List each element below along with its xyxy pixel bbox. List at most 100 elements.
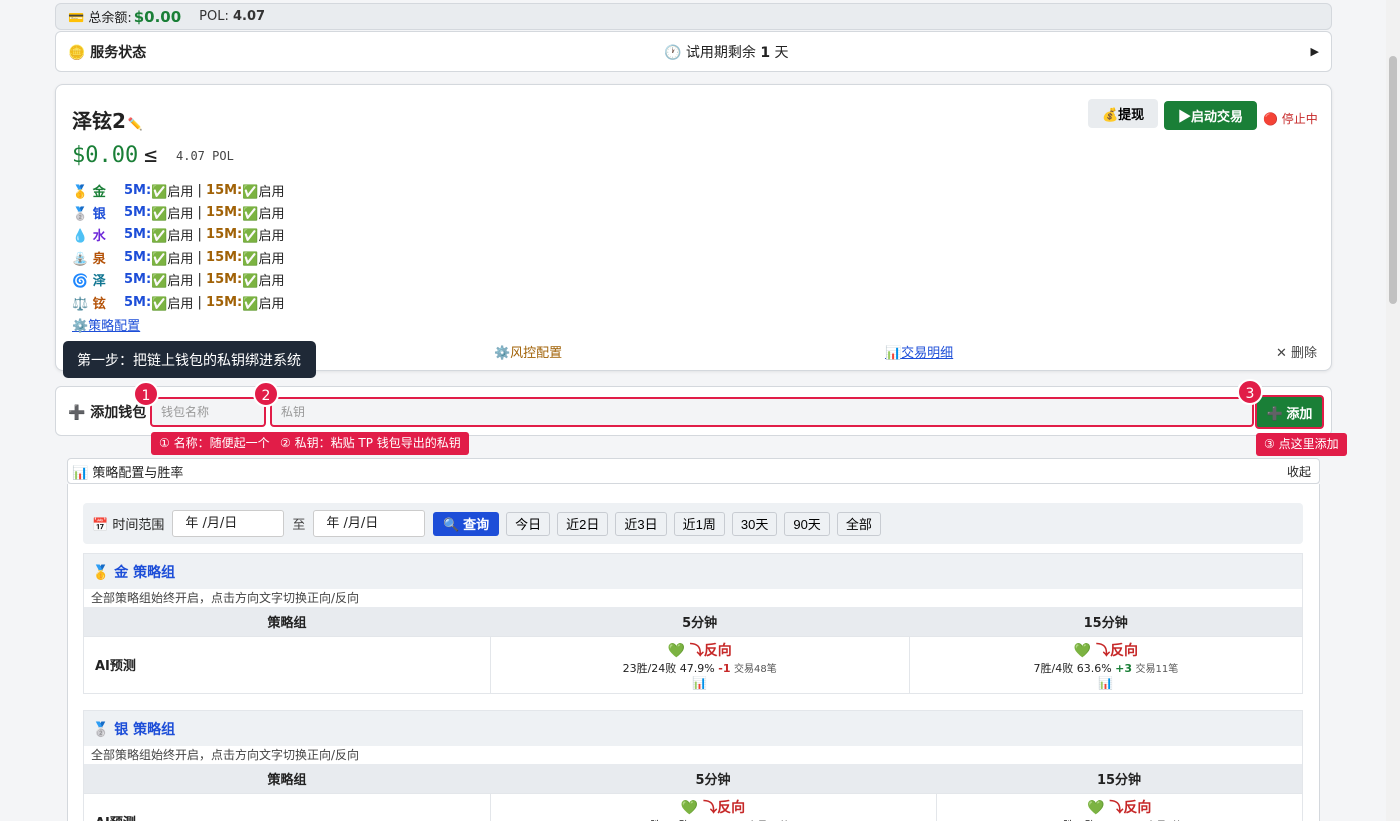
query-button[interactable]: 🔍 查询 [433,511,500,536]
table-header-row: 策略组 5分钟 15分钟 [84,764,1302,793]
wallet-pol-balance: 4.07 POL [176,149,234,163]
separator: | [193,182,207,198]
expand-arrow-icon[interactable]: ▶ [1311,45,1319,58]
chart-icon[interactable]: 📊 [491,676,909,690]
trading-status-badge: 🔴 停止中 [1263,112,1318,126]
strategy-cell: 💚 ⤵反向 17胜/25败 40.5% -8 交易42笔 📊 [489,792,937,821]
separator: | [193,294,207,310]
start-trading-button[interactable]: ▶启动交易 [1164,101,1258,130]
m15-label: 15M: [206,272,243,288]
chart-icon[interactable]: 📊 [910,676,1302,690]
wallet-name-input[interactable]: 钱包名称 [150,397,266,427]
range-button[interactable]: 90天 [784,511,830,536]
strategy-name: 💧 水 [72,225,124,244]
page-scrollbar[interactable] [1386,0,1400,821]
m15-state: ✅启用 [242,296,285,312]
m15-label: 15M: [206,294,243,310]
strategy-name: ⚖️ 铉 [72,293,124,312]
private-key-input[interactable]: 私钥 [270,397,1254,427]
withdraw-button[interactable]: 💰提现 [1088,99,1159,128]
strategy-label: 泽 [92,274,106,290]
range-button[interactable]: 近1周 [673,511,725,536]
group-title: 🥈 银 策略组 [84,711,1302,746]
table-header-row: 策略组 5分钟 15分钟 [84,607,1302,636]
date-to-label: 至 [292,518,306,533]
collapse-button[interactable]: 收起 [1287,463,1311,480]
range-button[interactable]: 今日 [506,511,551,536]
step-badge-2: 2 [253,381,279,407]
add-wallet-button[interactable]: ➕ 添加 [1255,395,1324,429]
strategy-status-list: 🥇 金 5M: ✅启用 | 15M: ✅启用 🥈 银 5M: ✅启用 | 15M: ✅启用 💧 … [72,179,284,313]
range-buttons: 今日 近2日 近3日 近1周 30天 90天 全部 [499,511,881,536]
strategy-config-link[interactable]: ⚙️策略配置 [72,315,140,334]
column-header: 策略组 [84,764,490,793]
trade-detail-link[interactable]: 📊交易明细 [885,342,953,361]
table-row: AI预测 💚 ⤵反向 23胜/24败 47.9% -1 交易48笔 📊 💚 ⤵反… [84,635,1302,693]
direction-toggle[interactable]: 💚 ⤵反向 [491,640,909,660]
strategy-label: 金 [92,184,106,200]
start-date-input[interactable]: 年 /月/日 [172,510,285,537]
direction-toggle[interactable]: 💚 ⤵反向 [491,797,936,817]
strategy-cell: 💚 ⤵反向 23胜/24败 47.9% -1 交易48笔 📊 [489,635,910,693]
m5-label: 5M: [124,272,152,288]
strategy-icon: 💧 [72,229,89,245]
wallet-name-text: 泽铉2 [72,109,126,133]
direction-toggle[interactable]: 💚 ⤵反向 [910,640,1302,660]
step-hint-3: ③ 点这里添加 [1256,433,1347,456]
strategy-icon: ⚖️ [72,296,89,312]
strategy-label: 水 [92,229,106,245]
net-delta: -1 [718,661,731,675]
table-row: AI预测 💚 ⤵反向 17胜/25败 40.5% -8 交易42笔 📊 💚 ⤵反… [84,792,1302,821]
m5-label: 5M: [124,249,152,265]
strategy-row: 🥇 金 5M: ✅启用 | 15M: ✅启用 [72,179,284,201]
m15-state: ✅启用 [242,207,285,223]
m15-label: 15M: [206,227,243,243]
group-note: 全部策略组始终开启，点击方向文字切换正向/反向 [91,748,360,762]
m5-label: 5M: [124,227,152,243]
m5-state: ✅启用 [151,296,194,312]
strategy-row: 💧 水 5M: ✅启用 | 15M: ✅启用 [72,224,284,246]
balance-label: 💳 总余额: [68,11,132,26]
edit-pencil-icon[interactable]: ✏️ [128,117,143,131]
m5-state: ✅启用 [151,207,194,223]
separator: | [193,249,207,265]
add-wallet-row: ➕ 添加钱包 钱包名称 私钥 ➕ 添加 [55,386,1332,436]
separator: | [193,205,207,221]
m15-state: ✅启用 [242,274,285,290]
strategy-section-header[interactable]: 📊 策略配置与胜率 收起 [67,458,1320,484]
service-status-bar[interactable]: 🪙 服务状态 🕐 试用期剩余 1 天 ▶ [55,31,1332,72]
add-wallet-label: ➕ 添加钱包 [68,405,147,421]
range-button[interactable]: 30天 [731,511,778,536]
m5-state: ✅启用 [151,184,194,200]
range-button[interactable]: 近3日 [615,511,667,536]
scrollbar-thumb[interactable] [1389,56,1397,304]
end-date-input[interactable]: 年 /月/日 [313,510,426,537]
range-button[interactable]: 全部 [836,511,881,536]
range-button[interactable]: 近2日 [557,511,609,536]
m15-label: 15M: [206,205,243,221]
strategy-group: 🥇 金 策略组 全部策略组始终开启，点击方向文字切换正向/反向 策略组 5分钟 … [83,553,1303,694]
step-hint-1: ① 名称：随便起一个 [151,432,278,455]
balance-amount: $0.00 [133,7,182,26]
m5-label: 5M: [124,205,152,221]
m15-state: ✅启用 [242,251,285,267]
trade-count: 交易11笔 [1135,663,1179,675]
pol-balance: POL: 4.07 [199,9,265,24]
win-loss-stats: 0胜/1败 0.0% -1 交易1笔 [937,817,1302,821]
risk-config-link[interactable]: ⚙️风控配置 [494,342,562,361]
wallet-card: 泽铉2 ✏️ $0.00 ≤ 4.07 POL 🥇 金 5M: ✅启用 | 15M: ✅… [55,84,1332,371]
m5-label: 5M: [124,182,152,198]
onboarding-tooltip: 第一步：把链上钱包的私钥绑进系统 [63,341,316,378]
strategy-icon: 🌀 [72,274,89,290]
step-badge-3: 3 [1237,379,1263,405]
strategy-name: 🥇 金 [72,181,124,200]
m5-label: 5M: [124,294,152,310]
strategy-name: 🌀 泽 [72,270,124,289]
strategy-cell: 💚 ⤵反向 7胜/4败 63.6% +3 交易11笔 📊 [908,635,1302,693]
strategy-section-title: 📊 策略配置与胜率 [72,465,184,481]
m15-state: ✅启用 [242,229,285,245]
delete-wallet-button[interactable]: ✕ 删除 [1276,342,1317,361]
win-loss-stats: 7胜/4败 63.6% +3 交易11笔 [910,660,1302,676]
win-loss-stats: 23胜/24败 47.9% -1 交易48笔 [491,660,909,676]
direction-toggle[interactable]: 💚 ⤵反向 [937,797,1302,817]
